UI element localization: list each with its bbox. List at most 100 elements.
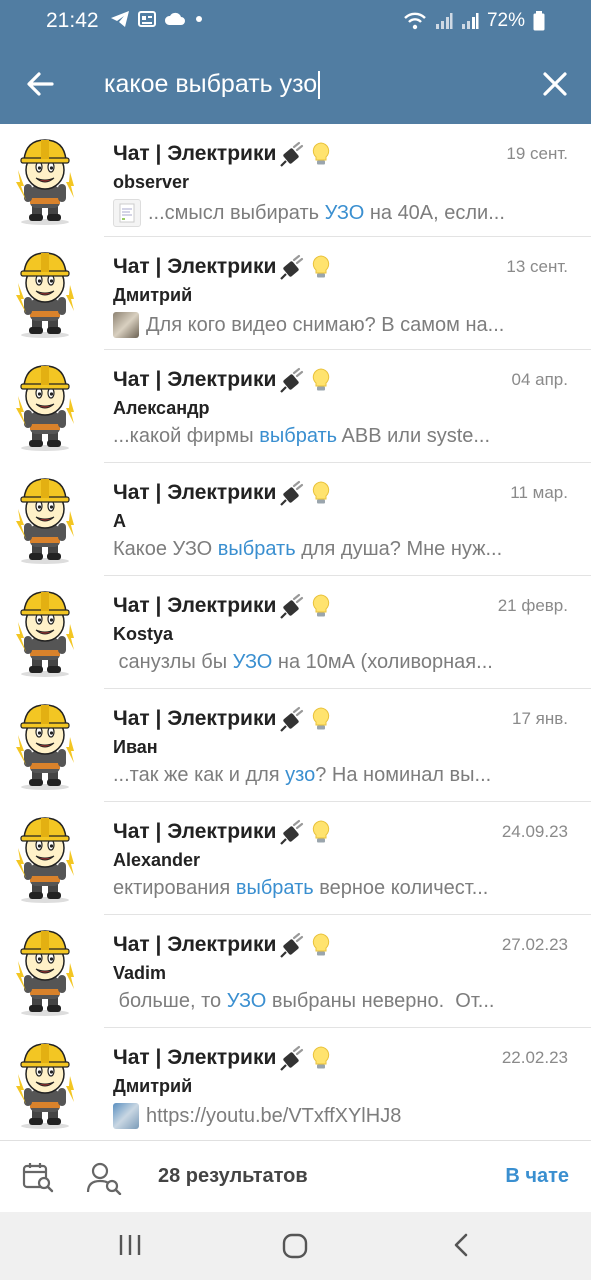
plug-emoji-icon	[280, 141, 304, 167]
in-chat-button[interactable]: В чате	[505, 1165, 569, 1188]
snippet-text: ...так же как и для	[113, 764, 286, 786]
electrician-avatar	[16, 478, 74, 564]
battery-icon	[533, 11, 545, 31]
sender-name: Kostya	[113, 624, 174, 644]
back-arrow-icon[interactable]	[24, 68, 56, 100]
chat-title: Чат | Электрики	[113, 480, 332, 506]
search-result-row[interactable]: Чат | Электрики 11 мар. А Какое УЗО выбр…	[0, 463, 591, 576]
message-thumbnail	[113, 312, 139, 338]
message-date: 27.02.23	[501, 935, 568, 954]
sender-name: Дмитрий	[113, 1076, 193, 1096]
message-snippet: Какое УЗО выбрать для душа? Мне нуж...	[113, 538, 553, 561]
snippet-text: на 40А, если...	[364, 201, 505, 224]
snippet-text: Какое УЗО	[113, 538, 218, 560]
search-match-highlight: УЗО	[324, 201, 365, 224]
home-icon[interactable]	[281, 1232, 309, 1260]
news-icon	[138, 11, 156, 27]
message-thumbnail	[113, 199, 141, 227]
electrician-avatar	[16, 930, 74, 1016]
lightbulb-emoji-icon	[313, 594, 330, 617]
message-snippet: https://youtu.be/VTxffXYlHJ8	[113, 1103, 553, 1129]
snippet-text: ? На номинал вы...	[315, 764, 492, 786]
message-snippet: ...смысл выбирать УЗО на 40А, если...	[113, 199, 553, 227]
plug-emoji-icon	[280, 367, 304, 393]
message-date: 17 янв.	[512, 709, 568, 728]
snippet-text: верное количест...	[313, 877, 489, 899]
electrician-avatar	[16, 139, 74, 225]
user-search-icon[interactable]	[86, 1161, 122, 1195]
snippet-text: ...какой фирмы	[113, 425, 260, 447]
snippet-text: ...смысл выбирать	[148, 201, 325, 224]
plug-emoji-icon	[280, 932, 304, 958]
snippet-text: Для кого видео снимаю? В самом на...	[146, 313, 505, 336]
search-result-row[interactable]: Чат | Электрики 24.09.23 Alexander ектир…	[0, 802, 591, 915]
snippet-text: ектирования	[113, 877, 236, 899]
plug-emoji-icon	[280, 480, 304, 506]
search-result-row[interactable]: Чат | Электрики 27.02.23 Vadim больше, т…	[0, 915, 591, 1028]
signal-icon	[435, 13, 453, 29]
electrician-avatar	[16, 817, 74, 903]
system-nav-bar	[0, 1212, 591, 1280]
sender-name: Иван	[113, 737, 158, 757]
chat-title: Чат | Электрики	[113, 819, 332, 845]
calendar-search-icon[interactable]	[22, 1161, 54, 1193]
chat-title-text: Чат | Электрики	[113, 594, 277, 617]
search-result-row[interactable]: Чат | Электрики 13 сент. Дмитрий Для ког…	[0, 237, 591, 350]
snippet-text: ABB или syste...	[337, 425, 491, 447]
message-snippet: больше, то УЗО выбраны неверно. От...	[113, 990, 553, 1013]
search-input[interactable]: какое выбрать узо	[104, 68, 321, 100]
chat-title-text: Чат | Электрики	[113, 368, 277, 391]
chat-title-text: Чат | Электрики	[113, 255, 277, 278]
chat-title-text: Чат | Электрики	[113, 481, 277, 504]
search-match-highlight: УЗО	[232, 651, 273, 673]
text-caret	[318, 71, 321, 100]
plug-emoji-icon	[280, 706, 304, 732]
telegram-icon	[111, 11, 129, 27]
search-bottom-bar: 28 результатов В чате	[0, 1140, 591, 1213]
status-bar: 21:42 72%	[0, 0, 591, 44]
search-match-highlight: узо	[285, 764, 316, 786]
search-result-row[interactable]: Чат | Электрики 21 февр. Kostya санузлы …	[0, 576, 591, 689]
sender-name: Alexander	[113, 850, 201, 870]
chat-title: Чат | Электрики	[113, 1045, 332, 1071]
search-result-row[interactable]: Чат | Электрики 19 сент. observer ...смы…	[0, 124, 591, 237]
wifi-icon	[404, 12, 426, 30]
search-result-row[interactable]: Чат | Электрики 17 янв. Иван ...так же к…	[0, 689, 591, 802]
electrician-avatar	[16, 252, 74, 338]
results-count: 28 результатов	[158, 1165, 308, 1187]
message-date: 24.09.23	[501, 822, 568, 841]
message-date: 21 февр.	[497, 596, 568, 615]
lightbulb-emoji-icon	[313, 1046, 330, 1069]
dot-icon	[196, 16, 202, 22]
chat-title-text: Чат | Электрики	[113, 820, 277, 843]
search-match-highlight: выбрать	[235, 877, 314, 899]
search-result-row[interactable]: Чат | Электрики 22.02.23 Дмитрий https:/…	[0, 1028, 591, 1140]
search-match-highlight: выбрать	[217, 538, 296, 560]
search-result-row[interactable]: Чат | Электрики 04 апр. Александр ...как…	[0, 350, 591, 463]
chat-title: Чат | Электрики	[113, 932, 332, 958]
sender-name: observer	[113, 172, 190, 192]
sender-name: Александр	[113, 398, 210, 418]
search-results-list[interactable]: Чат | Электрики 19 сент. observer ...смы…	[0, 124, 591, 1140]
message-date: 13 сент.	[506, 257, 568, 276]
recent-apps-icon[interactable]	[117, 1232, 143, 1258]
chat-title: Чат | Электрики	[113, 367, 332, 393]
search-match-highlight: УЗО	[226, 990, 267, 1012]
message-snippet: санузлы бы УЗО на 10мА (холиворная...	[113, 651, 553, 674]
message-date: 11 мар.	[510, 483, 568, 502]
chat-title-text: Чат | Электрики	[113, 707, 277, 730]
plug-emoji-icon	[280, 254, 304, 280]
electrician-avatar	[16, 591, 74, 677]
plug-emoji-icon	[280, 593, 304, 619]
back-nav-icon[interactable]	[450, 1232, 472, 1258]
electrician-avatar	[16, 365, 74, 451]
message-snippet: Для кого видео снимаю? В самом на...	[113, 312, 553, 338]
signal-icon	[461, 13, 479, 29]
message-snippet: ...какой фирмы выбрать ABB или syste...	[113, 425, 553, 448]
lightbulb-emoji-icon	[313, 142, 330, 165]
lightbulb-emoji-icon	[313, 255, 330, 278]
close-icon[interactable]	[539, 68, 571, 100]
search-match-highlight: выбрать	[259, 425, 338, 447]
chat-title: Чат | Электрики	[113, 254, 332, 280]
sender-name: А	[113, 511, 126, 531]
